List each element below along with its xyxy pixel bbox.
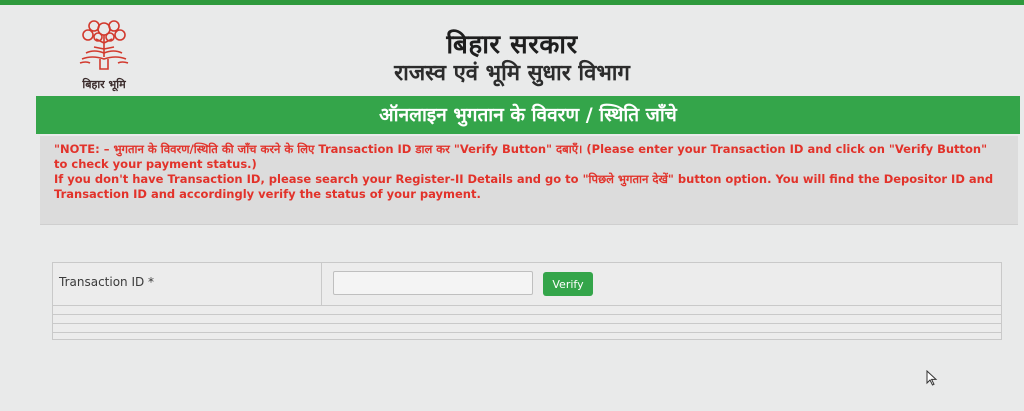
note-box: "NOTE: – भुगतान के विवरण/स्थिति की जाँच … [40, 136, 1018, 225]
note-line-1: "NOTE: – भुगतान के विवरण/स्थिति की जाँच … [54, 142, 988, 171]
column-divider [321, 263, 322, 305]
page-title-banner: ऑनलाइन भुगतान के विवरण / स्थिति जाँचे [36, 96, 1020, 134]
transaction-row: Transaction ID * Verify [53, 263, 1001, 306]
transaction-id-label: Transaction ID * [59, 275, 155, 289]
transaction-id-input[interactable] [333, 271, 533, 295]
department-title: राजस्व एवं भूमि सुधार विभाग [394, 61, 630, 86]
mouse-pointer-icon [926, 370, 938, 386]
government-title: बिहार सरकार [446, 30, 578, 60]
empty-row [53, 306, 1001, 315]
page-header: बिहार भूमि बिहार सरकार राजस्व एवं भूमि स… [0, 5, 1024, 93]
note-line-2: If you don't have Transaction ID, please… [54, 172, 994, 201]
transaction-form: Transaction ID * Verify [52, 262, 1002, 340]
note-text: "NOTE: – भुगतान के विवरण/स्थिति की जाँच … [54, 142, 994, 202]
empty-row [53, 315, 1001, 324]
empty-row [53, 324, 1001, 333]
verify-button[interactable]: Verify [543, 272, 593, 296]
